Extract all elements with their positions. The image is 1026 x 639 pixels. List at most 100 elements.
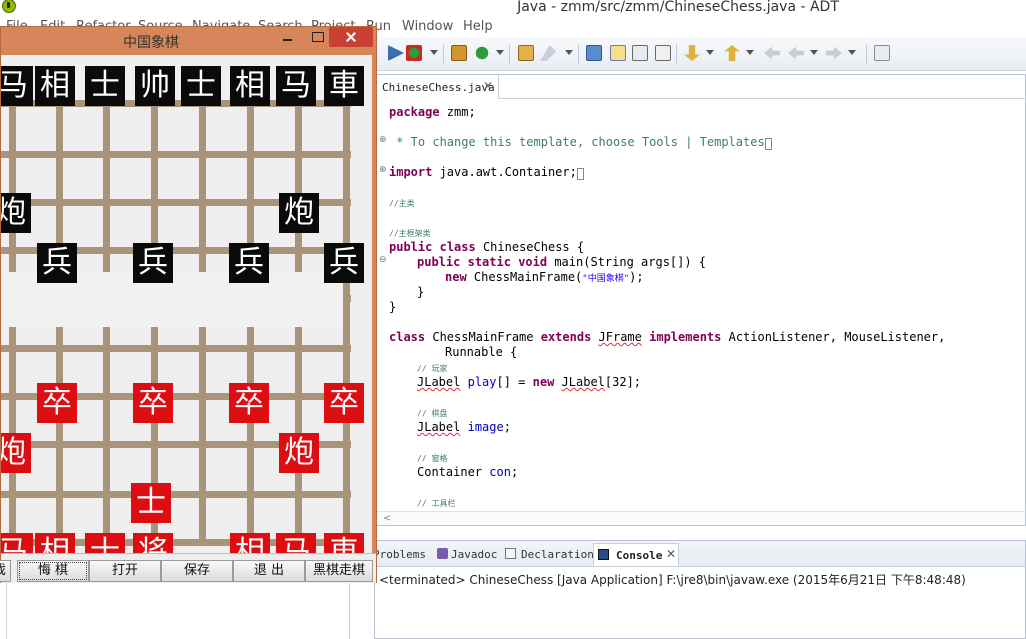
- piece-red-soldier[interactable]: 卒: [324, 383, 364, 423]
- piece-red-soldier[interactable]: 卒: [133, 383, 173, 423]
- piece-black-general[interactable]: 帅: [135, 66, 175, 106]
- run-icon[interactable]: [388, 45, 404, 61]
- piece-red-soldier[interactable]: 卒: [37, 383, 77, 423]
- tab-problems[interactable]: Problems: [373, 548, 426, 561]
- code-line: //主类: [389, 199, 415, 208]
- highlight-icon[interactable]: [610, 45, 626, 61]
- editor-tab-label: ChineseChess.java: [382, 81, 495, 94]
- close-icon[interactable]: ✕: [483, 79, 493, 93]
- piece-red-elephant-left[interactable]: 相: [35, 533, 75, 553]
- piece-black-advisor-right[interactable]: 士: [181, 66, 221, 106]
- code-line: Container con;: [417, 465, 519, 479]
- editor-horizontal-scrollbar[interactable]: <: [375, 511, 1025, 525]
- code-line: //主框架类: [389, 229, 431, 238]
- code-text-area[interactable]: package zmm; ⊕ * To change this template…: [375, 99, 1025, 511]
- code-line: Runnable {: [445, 345, 518, 359]
- chess-button-bar: 新游戏 悔 棋 打开 保存 退 出 黑棋走棋: [0, 553, 376, 583]
- piece-red-advisor-left[interactable]: 士: [85, 533, 125, 553]
- new-game-button[interactable]: 新游戏: [0, 560, 11, 582]
- back-icon[interactable]: [788, 46, 804, 60]
- previous-annotation-icon[interactable]: [724, 45, 740, 61]
- piece-black-advisor-left[interactable]: 士: [85, 66, 125, 106]
- piece-black-cannon-right[interactable]: 炮: [279, 193, 319, 233]
- chess-window-title: 中国象棋: [123, 35, 179, 51]
- fold-icon[interactable]: ⊕: [379, 165, 387, 175]
- editor-tab-bar: ChineseChess.java ✕: [375, 75, 1025, 99]
- debug-run-icon[interactable]: [406, 45, 422, 61]
- tab-console[interactable]: Console ✕: [593, 543, 679, 566]
- package-icon[interactable]: [451, 45, 467, 61]
- menu-window[interactable]: Window: [402, 19, 453, 34]
- piece-black-horse-right[interactable]: 马: [276, 66, 316, 106]
- last-edit-location-icon[interactable]: [764, 46, 780, 60]
- chess-window: 中国象棋 马 相 士 帅 士 相 马 車 炮 炮 兵 兵 兵 兵 卒 卒 卒 卒…: [0, 26, 377, 583]
- fold-icon[interactable]: ⊖: [379, 255, 387, 265]
- piece-black-soldier[interactable]: 兵: [229, 243, 269, 283]
- code-line: JLabel image;: [417, 420, 511, 434]
- maximize-button[interactable]: [310, 30, 324, 44]
- code-line: import java.awt.Container;: [389, 165, 585, 181]
- close-icon[interactable]: ✕: [666, 547, 676, 561]
- code-line: // 玩家: [417, 364, 448, 373]
- piece-black-elephant-right[interactable]: 相: [230, 66, 270, 106]
- tab-declaration[interactable]: Declaration: [521, 548, 594, 561]
- open-folder-icon[interactable]: [518, 45, 534, 61]
- piece-black-cannon-left[interactable]: 炮: [1, 193, 31, 233]
- console-tab-label: Console: [616, 549, 663, 562]
- console-output: <terminated> ChineseChess [Java Applicat…: [379, 573, 966, 587]
- search-icon[interactable]: [586, 45, 602, 61]
- code-line: JLabel play[] = new JLabel[32];: [417, 375, 642, 389]
- close-button[interactable]: [329, 27, 373, 47]
- code-line: // 工具栏: [417, 499, 456, 508]
- black-first-button[interactable]: 黑棋走棋: [305, 560, 373, 582]
- editor-tab-chinesechess[interactable]: ChineseChess.java ✕: [375, 75, 499, 99]
- piece-red-horse-left[interactable]: 马: [1, 533, 33, 553]
- piece-black-soldier[interactable]: 兵: [324, 243, 364, 283]
- code-editor[interactable]: ChineseChess.java ✕ package zmm; ⊕ * To …: [374, 74, 1026, 526]
- brush-icon[interactable]: [540, 45, 556, 61]
- code-line: class ChessMainFrame extends JFrame impl…: [389, 330, 946, 344]
- code-line: public static void main(String args[]) {: [417, 255, 707, 269]
- piece-black-soldier[interactable]: 兵: [37, 243, 77, 283]
- code-line: new ChessMainFrame("中国象棋");: [445, 270, 644, 284]
- chess-board[interactable]: 马 相 士 帅 士 相 马 車 炮 炮 兵 兵 兵 兵 卒 卒 卒 卒 炮 炮 …: [1, 55, 372, 553]
- piece-red-elephant-right[interactable]: 相: [230, 533, 270, 553]
- piece-red-general[interactable]: 将: [133, 533, 173, 553]
- console-panel: Problems Javadoc Declaration Console ✕ <…: [373, 540, 1026, 639]
- code-line: public class ChineseChess {: [389, 240, 585, 254]
- undo-button[interactable]: 悔 棋: [17, 560, 89, 582]
- piece-red-advisor[interactable]: 士: [131, 483, 171, 523]
- piece-red-cannon-right[interactable]: 炮: [279, 433, 319, 473]
- exit-button[interactable]: 退 出: [233, 560, 305, 582]
- bottom-tab-bar: Problems Javadoc Declaration Console ✕: [373, 541, 1025, 567]
- piece-black-horse-left[interactable]: 马: [1, 66, 33, 106]
- code-line: * To change this template, choose Tools …: [389, 135, 773, 151]
- block-selection-icon[interactable]: [632, 45, 648, 61]
- piece-red-chariot-right[interactable]: 車: [324, 533, 364, 553]
- fold-icon[interactable]: ⊕: [379, 135, 387, 145]
- menu-help[interactable]: Help: [463, 19, 493, 34]
- javadoc-icon: [437, 548, 448, 559]
- save-button[interactable]: 保存: [161, 560, 233, 582]
- package-explorer-content: [6, 583, 346, 639]
- declaration-icon: [505, 548, 516, 559]
- open-button[interactable]: 打开: [89, 560, 161, 582]
- next-annotation-icon[interactable]: [684, 45, 700, 61]
- console-icon: [598, 549, 609, 560]
- show-whitespace-icon[interactable]: [655, 45, 671, 61]
- piece-black-chariot-right[interactable]: 車: [324, 66, 364, 106]
- new-class-icon[interactable]: [474, 45, 490, 61]
- scroll-left-icon[interactable]: <: [383, 513, 391, 524]
- ide-window-title: Java - zmm/src/zmm/ChineseChess.java - A…: [517, 0, 839, 15]
- piece-black-elephant-left[interactable]: 相: [35, 66, 75, 106]
- piece-black-soldier[interactable]: 兵: [133, 243, 173, 283]
- forward-icon[interactable]: [826, 46, 842, 60]
- code-line: // 窗格: [417, 454, 448, 463]
- piece-red-cannon-left[interactable]: 炮: [1, 433, 31, 473]
- tab-javadoc[interactable]: Javadoc: [451, 548, 497, 561]
- minimize-button[interactable]: [281, 30, 295, 44]
- pin-editor-icon[interactable]: [874, 45, 890, 61]
- piece-red-soldier[interactable]: 卒: [229, 383, 269, 423]
- piece-red-horse-right[interactable]: 马: [276, 533, 316, 553]
- code-line: }: [417, 285, 425, 299]
